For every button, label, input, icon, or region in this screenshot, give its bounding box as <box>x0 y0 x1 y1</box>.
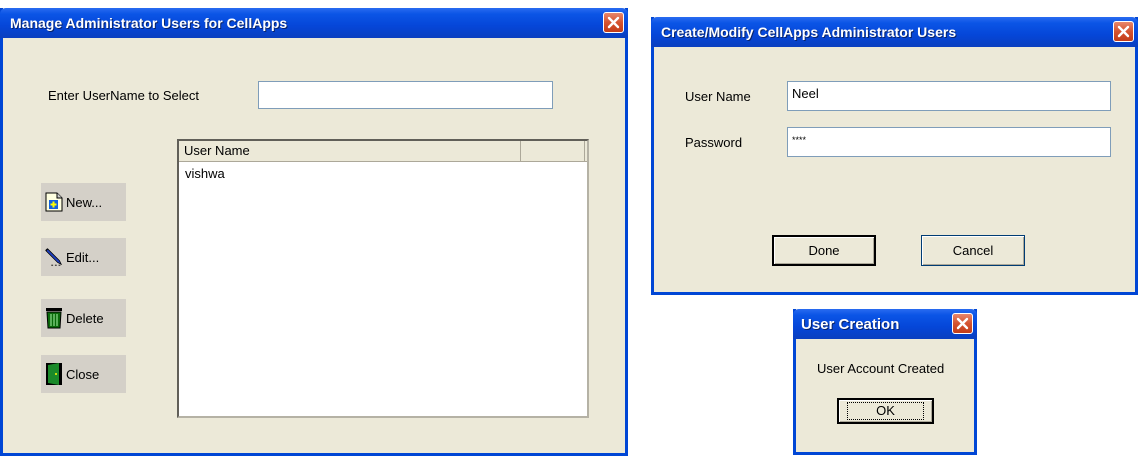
new-button-label: New... <box>66 194 103 210</box>
pencil-icon <box>44 246 64 268</box>
search-label: Enter UserName to Select <box>48 88 200 103</box>
username-label: User Name <box>685 89 751 104</box>
password-label: Password <box>685 135 743 150</box>
delete-button-label: Delete <box>66 310 104 326</box>
window-title: Create/Modify CellApps Administrator Use… <box>661 24 957 40</box>
column-header-blank[interactable] <box>521 141 585 161</box>
password-field[interactable]: **** <box>787 127 1111 157</box>
username-field[interactable]: Neel <box>787 81 1111 111</box>
ok-button[interactable]: OK <box>837 398 934 424</box>
modify-users-titlebar[interactable]: Create/Modify CellApps Administrator Use… <box>651 17 1138 47</box>
column-header-username[interactable]: User Name <box>179 141 521 161</box>
manage-users-window: Manage Administrator Users for CellApps … <box>0 8 628 456</box>
close-window-button[interactable] <box>1113 21 1134 42</box>
user-creation-dialog: User Creation User Account Created OK <box>793 309 977 455</box>
close-icon <box>607 16 620 29</box>
dialog-message: User Account Created <box>817 361 945 376</box>
edit-button-label: Edit... <box>66 249 100 265</box>
new-user-button[interactable]: New... <box>41 183 126 221</box>
users-list-header: User Name <box>179 141 587 162</box>
manage-users-titlebar[interactable]: Manage Administrator Users for CellApps <box>0 8 628 38</box>
list-item[interactable]: vishwa <box>185 166 225 181</box>
close-window-button[interactable] <box>603 12 624 33</box>
new-document-icon <box>44 191 64 213</box>
edit-user-button[interactable]: Edit... <box>41 238 126 276</box>
close-icon <box>1117 25 1130 38</box>
username-search-input[interactable] <box>258 81 553 109</box>
dialog-title: User Creation <box>801 315 900 333</box>
modify-users-window: Create/Modify CellApps Administrator Use… <box>651 17 1138 295</box>
ok-button-label: OK <box>847 402 924 420</box>
user-creation-titlebar[interactable]: User Creation <box>793 309 977 339</box>
close-dialog-button[interactable] <box>952 313 973 334</box>
close-button[interactable]: Close <box>41 355 126 393</box>
done-button[interactable]: Done <box>772 235 876 266</box>
delete-user-button[interactable]: Delete <box>41 299 126 337</box>
window-title: Manage Administrator Users for CellApps <box>10 15 288 31</box>
close-button-label: Close <box>66 366 100 382</box>
users-list[interactable]: User Name vishwa <box>177 139 589 418</box>
door-icon <box>44 363 64 385</box>
close-icon <box>956 317 969 330</box>
trash-icon <box>44 307 64 329</box>
cancel-button[interactable]: Cancel <box>921 235 1025 266</box>
